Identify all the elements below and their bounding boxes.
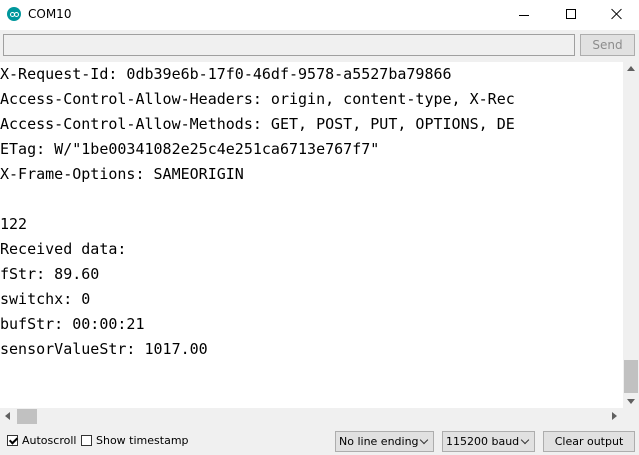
output-line: sensorValueStr: 1017.00 bbox=[0, 340, 208, 358]
scrollbar-corner bbox=[623, 408, 639, 425]
output-line: X-Frame-Options: SAMEORIGIN bbox=[0, 165, 244, 183]
output-line: Access-Control-Allow-Headers: origin, co… bbox=[0, 90, 515, 108]
arduino-icon bbox=[7, 7, 21, 21]
vertical-scrollbar[interactable] bbox=[623, 62, 639, 408]
horizontal-scrollbar[interactable] bbox=[0, 408, 623, 425]
minimize-button[interactable] bbox=[501, 0, 547, 30]
show-timestamp-label[interactable]: Show timestamp bbox=[96, 434, 189, 447]
window-title: COM10 bbox=[28, 7, 72, 21]
chevron-down-icon bbox=[520, 435, 530, 445]
output-line: bufStr: 00:00:21 bbox=[0, 315, 145, 333]
scroll-down-icon[interactable] bbox=[627, 399, 635, 404]
clear-output-button[interactable]: Clear output bbox=[543, 431, 635, 452]
output-line: ETag: W/"1be00341082e25c4e251ca6713e767f… bbox=[0, 140, 380, 158]
footer-bar: Autoscroll Show timestamp No line ending… bbox=[0, 425, 639, 455]
output-line: 122 bbox=[0, 215, 28, 233]
show-timestamp-checkbox[interactable] bbox=[81, 435, 92, 446]
line-ending-value: No line ending bbox=[339, 435, 419, 448]
line-ending-select[interactable]: No line ending bbox=[335, 431, 434, 452]
serial-input[interactable] bbox=[3, 34, 575, 56]
output-line: Access-Control-Allow-Methods: GET, POST,… bbox=[0, 115, 515, 133]
scroll-right-icon[interactable] bbox=[612, 412, 617, 420]
maximize-button[interactable] bbox=[548, 0, 594, 30]
scroll-up-icon[interactable] bbox=[627, 66, 635, 71]
close-button[interactable] bbox=[594, 0, 639, 30]
send-button[interactable]: Send bbox=[580, 34, 635, 56]
output-line: switchx: 0 bbox=[0, 290, 91, 308]
output-line: Received data: bbox=[0, 240, 127, 258]
horizontal-scroll-thumb[interactable] bbox=[17, 409, 37, 424]
scroll-left-icon[interactable] bbox=[5, 412, 10, 420]
vertical-scroll-thumb[interactable] bbox=[624, 360, 638, 393]
serial-output[interactable]: X-Request-Id: 0db39e6b-17f0-46df-9578-a5… bbox=[0, 62, 623, 408]
output-line: X-Request-Id: 0db39e6b-17f0-46df-9578-a5… bbox=[0, 65, 452, 83]
baud-rate-value: 115200 baud bbox=[446, 435, 520, 448]
output-line: fStr: 89.60 bbox=[0, 265, 100, 283]
autoscroll-label[interactable]: Autoscroll bbox=[22, 434, 76, 447]
baud-rate-select[interactable]: 115200 baud bbox=[442, 431, 535, 452]
autoscroll-checkbox[interactable] bbox=[7, 435, 18, 446]
chevron-down-icon bbox=[419, 435, 429, 445]
title-bar: COM10 bbox=[0, 0, 639, 30]
send-bar: Send bbox=[0, 30, 639, 60]
